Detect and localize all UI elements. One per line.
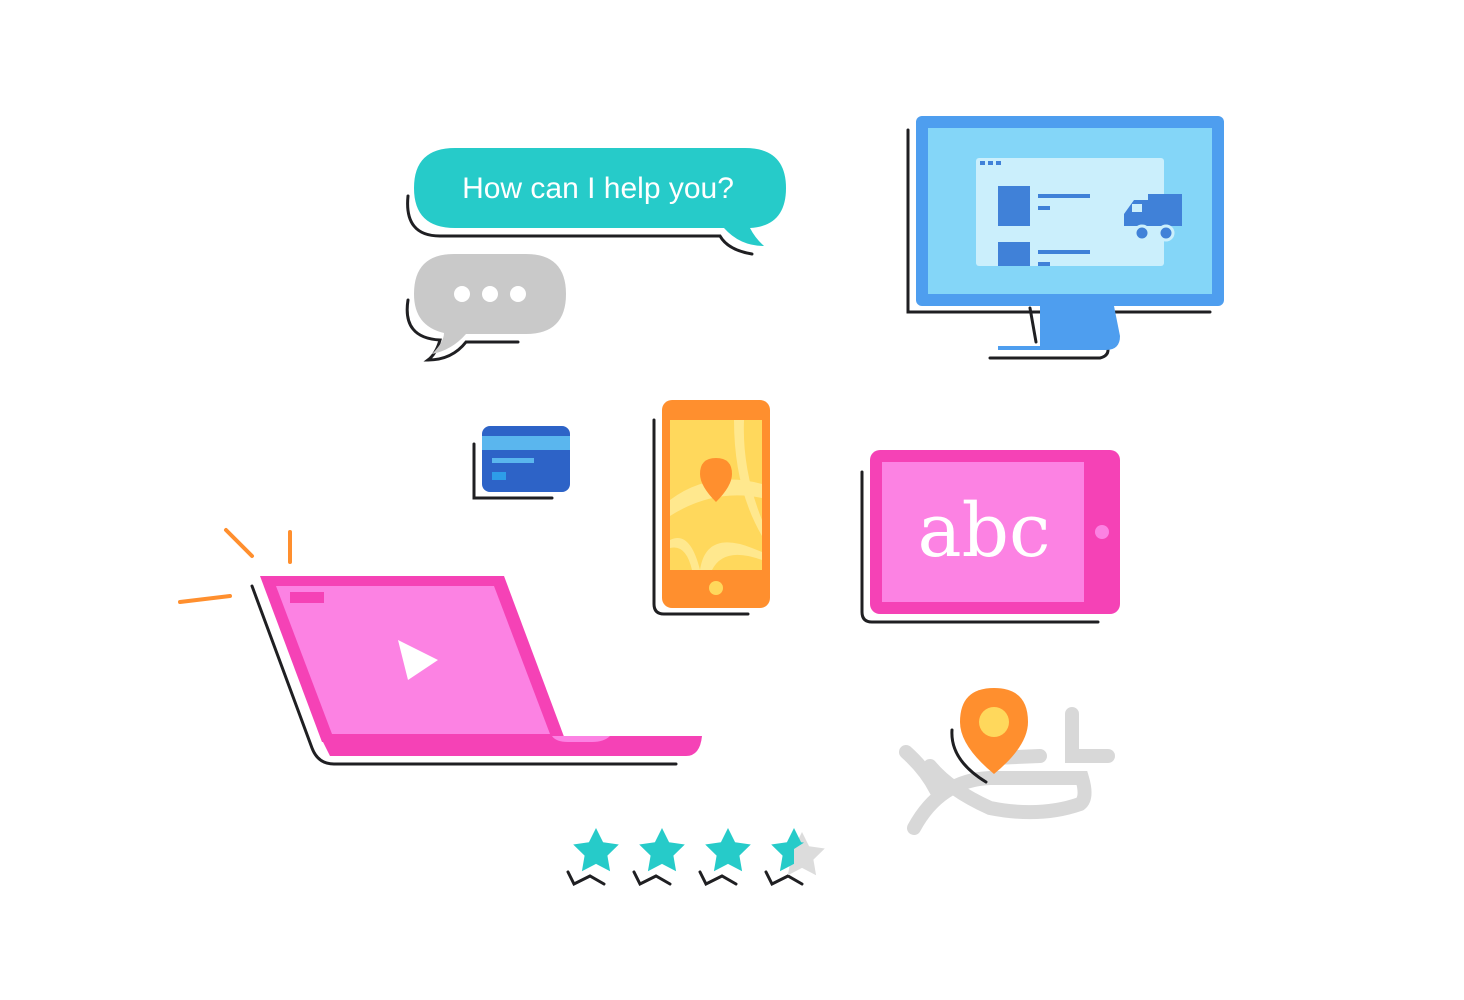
star-icon xyxy=(764,828,825,887)
credit-card-icon xyxy=(472,426,570,500)
typing-dot xyxy=(482,286,498,302)
phone-home-button xyxy=(709,581,723,595)
tablet-abc-text: abc xyxy=(918,488,1051,574)
location-pin-icon xyxy=(899,688,1115,835)
illustration-scene: How can I help you? abc xyxy=(178,116,1224,887)
chat-question-text: How can I help you? xyxy=(462,172,734,205)
laptop-video-icon xyxy=(178,528,702,766)
star-icon xyxy=(566,828,619,887)
typing-dot xyxy=(454,286,470,302)
star-rating xyxy=(566,828,825,887)
tablet-icon: abc xyxy=(860,450,1120,624)
star-icon xyxy=(698,828,751,887)
smartphone-map-icon xyxy=(652,400,770,616)
star-icon xyxy=(632,828,685,887)
desktop-monitor-icon xyxy=(906,116,1224,360)
typing-dot xyxy=(510,286,526,302)
chat-bubble-icon: How can I help you? xyxy=(406,148,786,256)
typing-bubble-icon xyxy=(405,254,566,362)
